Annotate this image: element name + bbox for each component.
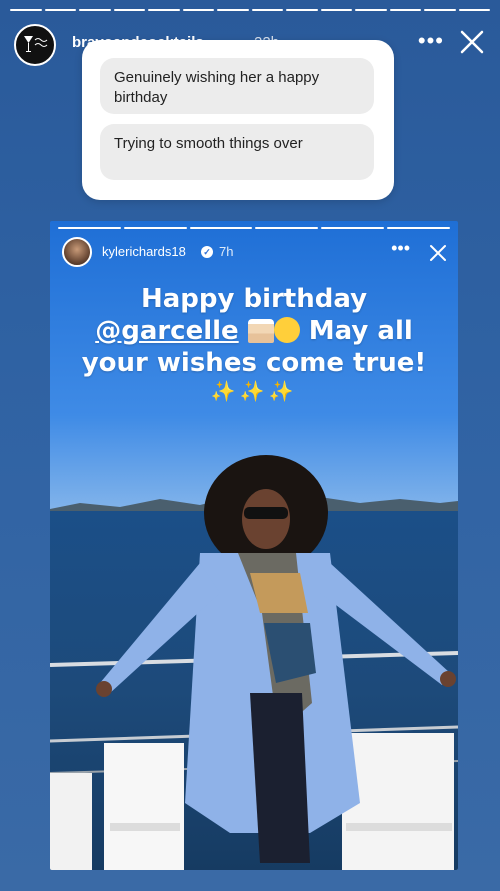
poll-option[interactable]: Genuinely wishing her a happy birthday — [100, 58, 374, 114]
story-caption: Happy birthday @garcelle May all your wi… — [50, 283, 458, 379]
avatar[interactable] — [62, 237, 92, 267]
caption-line: @garcelle May all — [50, 315, 458, 347]
progress-segment — [189, 227, 253, 229]
sparkles-emoji-icon: ✨✨✨ — [210, 381, 298, 403]
caption-line: your wishes come true! — [81, 348, 427, 378]
progress-segment — [321, 227, 385, 229]
progress-segment — [251, 9, 283, 11]
caption-text: May all — [299, 316, 413, 346]
progress-segment — [217, 9, 249, 11]
kiss-emoji-icon — [273, 317, 300, 343]
story-timestamp: 7h — [219, 244, 234, 259]
progress-segment — [320, 9, 352, 11]
progress-segment — [424, 9, 456, 11]
progress-segment — [389, 9, 421, 11]
progress-segment — [458, 9, 490, 11]
username[interactable]: kylerichards18 — [102, 244, 186, 259]
progress-segment — [286, 9, 318, 11]
caption-line: Happy birthday — [140, 284, 368, 314]
progress-segment — [182, 9, 214, 11]
progress-segment — [79, 9, 111, 11]
story-photo — [50, 455, 458, 870]
progress-segment — [123, 227, 187, 229]
progress-segment — [113, 9, 145, 11]
poll-sticker: Genuinely wishing her a happy birthday T… — [82, 40, 394, 200]
verified-badge-icon: ✓ — [201, 246, 213, 258]
more-options-icon[interactable]: ••• — [391, 238, 410, 259]
progress-segment — [255, 227, 319, 229]
inner-story-progress — [58, 227, 450, 229]
progress-segment — [58, 227, 121, 229]
progress-segment — [10, 9, 42, 11]
person-image — [96, 455, 456, 863]
progress-segment — [355, 9, 387, 11]
close-icon[interactable] — [428, 243, 448, 263]
reshared-story[interactable]: kylerichards18 ✓ 7h ••• Happy birthday @… — [50, 221, 458, 870]
progress-segment — [387, 227, 450, 229]
more-options-icon[interactable]: ••• — [418, 28, 444, 54]
progress-segment — [44, 9, 76, 11]
cake-emoji-icon — [247, 319, 274, 343]
account-avatar[interactable] — [14, 24, 56, 66]
cocktail-logo-icon — [24, 36, 48, 52]
poll-option[interactable]: Trying to smooth things over — [100, 124, 374, 180]
outer-story-progress — [10, 9, 490, 12]
close-icon[interactable] — [458, 28, 486, 56]
progress-segment — [148, 9, 180, 11]
mention-link[interactable]: @garcelle — [95, 316, 238, 346]
